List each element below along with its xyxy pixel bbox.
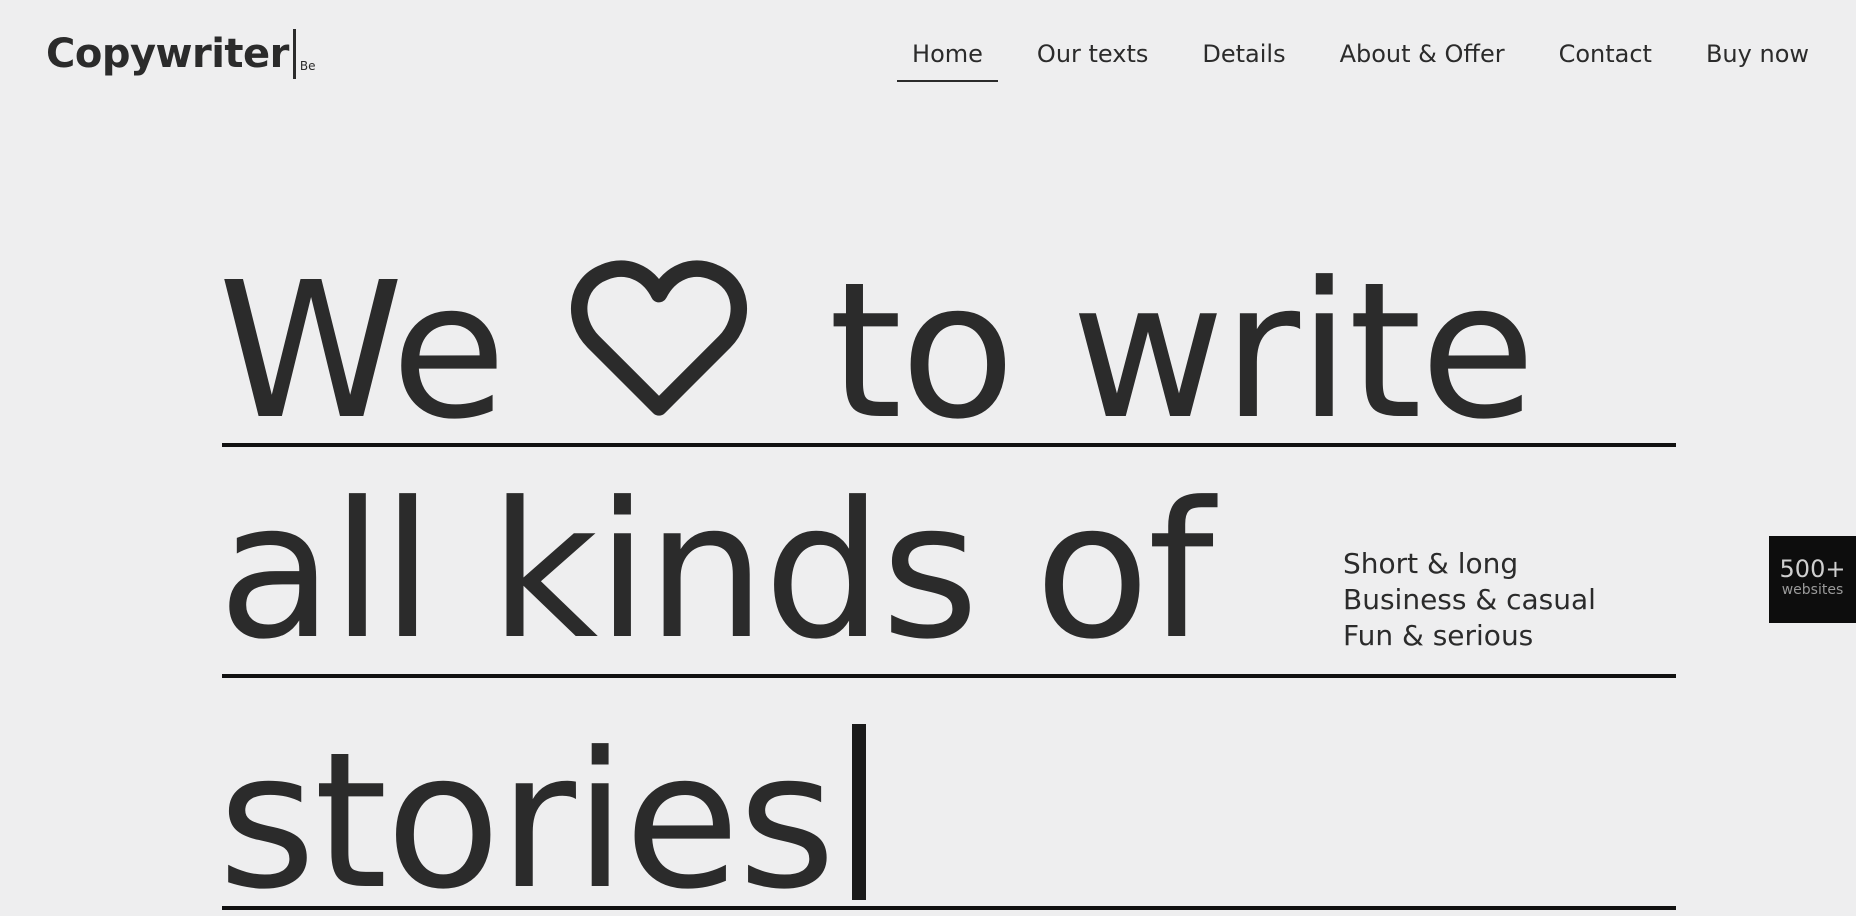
site-logo[interactable]: Copywriter Be xyxy=(46,28,316,80)
nav-item-buy-now[interactable]: Buy now xyxy=(1706,34,1809,74)
hero-line-3: stories xyxy=(218,710,866,916)
hero-text-to-write: to write xyxy=(828,242,1536,461)
page: Copywriter Be Home Our texts Details Abo… xyxy=(0,0,1856,916)
hero-rule-2 xyxy=(222,674,1676,678)
hero-rule-3 xyxy=(222,906,1676,910)
list-item: Short & long xyxy=(1343,547,1519,580)
list-item: Business & casual xyxy=(1343,583,1596,616)
nav-item-our-texts[interactable]: Our texts xyxy=(1037,34,1148,74)
hero-line-1: We to write xyxy=(218,242,1536,461)
logo-subscript: Be xyxy=(299,59,316,73)
nav-item-contact[interactable]: Contact xyxy=(1559,34,1652,74)
badge-count: 500+ xyxy=(1779,555,1846,583)
nav-item-details[interactable]: Details xyxy=(1202,34,1285,74)
nav-item-about-offer[interactable]: About & Offer xyxy=(1340,34,1505,74)
hero-line-2: all kinds of xyxy=(218,462,1214,681)
hero-text-stories: stories xyxy=(218,712,836,916)
typing-cursor xyxy=(851,724,866,900)
list-item: Fun & serious xyxy=(1343,619,1534,652)
hero-text-all-kinds: all kinds of xyxy=(218,462,1214,681)
heart-icon xyxy=(567,254,751,422)
nav-item-home[interactable]: Home xyxy=(897,34,998,82)
logo-cursor-bar xyxy=(292,29,296,79)
badge-label: websites xyxy=(1781,582,1844,598)
main-nav: Home Our texts Details About & Offer Con… xyxy=(897,34,1809,82)
story-types-list: Short & long Business & casual Fun & ser… xyxy=(1343,546,1596,654)
hero-text-we: We xyxy=(218,242,507,461)
websites-badge[interactable]: 500+ websites xyxy=(1769,536,1856,623)
logo-text: Copywriter xyxy=(46,31,289,77)
hero-rule-1 xyxy=(222,443,1676,447)
